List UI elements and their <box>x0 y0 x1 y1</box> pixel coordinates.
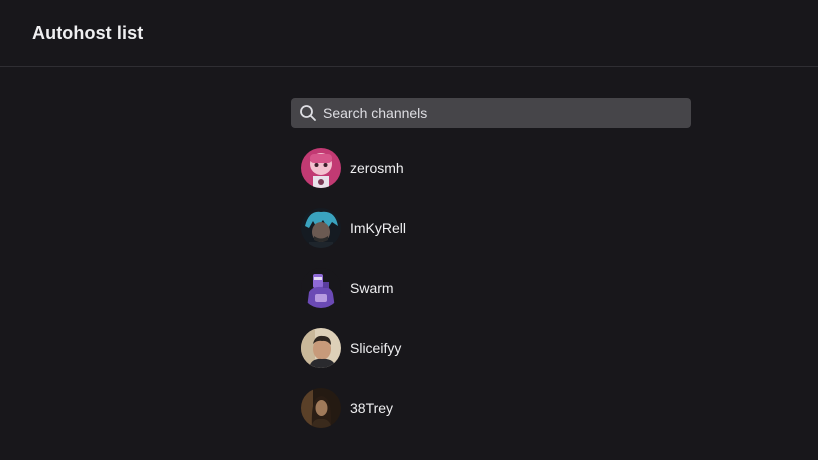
channel-item-imkyrell[interactable]: ImKyRell <box>301 207 691 249</box>
avatar[interactable] <box>301 268 341 308</box>
avatar[interactable] <box>301 148 341 188</box>
channel-item-zerosmh[interactable]: zerosmh <box>301 147 691 189</box>
avatar[interactable] <box>301 388 341 428</box>
search-bar[interactable] <box>291 98 691 128</box>
channel-item-38trey[interactable]: 38Trey <box>301 387 691 429</box>
channel-item-swarm[interactable]: Swarm <box>301 267 691 309</box>
channel-item-sliceifyy[interactable]: Sliceifyy <box>301 327 691 369</box>
autohost-page: Autohost list Search channels zerosmh Im… <box>0 0 818 460</box>
page-title: Autohost list <box>32 22 144 43</box>
page-header: Autohost list <box>0 0 818 67</box>
avatar[interactable] <box>301 208 341 248</box>
avatar[interactable] <box>301 328 341 368</box>
channel-name[interactable]: Sliceifyy <box>350 340 401 356</box>
search-input[interactable] <box>323 105 691 121</box>
channel-name[interactable]: 38Trey <box>350 400 393 416</box>
channel-name[interactable]: Swarm <box>350 280 394 296</box>
channel-name[interactable]: zerosmh <box>350 160 404 176</box>
channel-list: zerosmh ImKyRell Swarm Sliceifyy 38Trey <box>291 147 691 429</box>
search-icon <box>299 104 317 122</box>
channel-name[interactable]: ImKyRell <box>350 220 406 236</box>
autohost-content: zerosmh ImKyRell <box>291 98 691 447</box>
